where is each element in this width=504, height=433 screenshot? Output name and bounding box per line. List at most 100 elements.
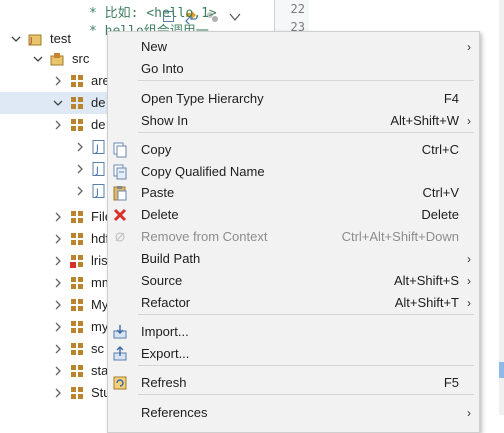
menu-item-build-path[interactable]: Build Path › (108, 248, 479, 270)
chevron-right-icon[interactable] (52, 387, 64, 399)
overview-ruler-marker[interactable] (499, 362, 504, 378)
context-menu: New › Go Into Open Type Hierarchy F4 Show In A… (107, 31, 480, 433)
menu-separator (138, 394, 474, 395)
java-file-icon: J (92, 162, 105, 176)
menu-item-import[interactable]: Import... (108, 321, 479, 343)
menu-separator (138, 132, 474, 133)
package-label: lris (91, 253, 108, 268)
line-number: 22 (290, 2, 305, 16)
menu-item-refactor[interactable]: Refactor Alt+Shift+T › (108, 292, 479, 314)
menu-item-shortcut: Alt+Shift+W (390, 113, 459, 128)
menu-item-show-in[interactable]: Show In Alt+Shift+W › (108, 110, 479, 132)
package-label: sc (91, 341, 104, 356)
chevron-right-icon: › (467, 114, 471, 128)
remove-context-icon (115, 232, 125, 242)
menu-item-shortcut: Delete (421, 207, 459, 222)
chevron-right-icon[interactable] (74, 141, 86, 153)
menu-item-label: Refactor (141, 295, 191, 310)
menu-item-shortcut: Ctrl+C (421, 142, 459, 157)
chevron-right-icon[interactable] (52, 321, 64, 333)
menu-item-open-type-hierarchy[interactable]: Open Type Hierarchy F4 (108, 88, 479, 110)
menu-item-refresh[interactable]: Refresh F5 (108, 372, 479, 394)
package-label: de (91, 95, 106, 110)
menu-item-shortcut: F5 (443, 375, 459, 390)
import-icon (113, 325, 127, 339)
copy-icon (113, 142, 127, 158)
chevron-right-icon: › (467, 406, 471, 420)
chevron-right-icon[interactable] (52, 75, 64, 87)
package-icon (71, 119, 83, 131)
paste-icon (113, 186, 127, 201)
svg-text:J: J (95, 188, 99, 198)
chevron-right-icon[interactable] (74, 163, 86, 175)
menu-item-label: Build Path (141, 251, 201, 266)
menu-item-remove-from-context: Remove from Context Ctrl+Alt+Shift+Down (108, 226, 479, 248)
package-icon (71, 321, 83, 333)
package-icon (71, 343, 83, 355)
package-icon (71, 299, 83, 311)
menu-item-label: Delete (141, 207, 179, 222)
chevron-right-icon[interactable] (52, 255, 64, 267)
chevron-right-icon[interactable] (52, 119, 64, 131)
menu-item-go-into[interactable]: Go Into (108, 58, 479, 80)
package-icon (71, 75, 83, 87)
export-icon (113, 346, 127, 361)
src-label: src (72, 51, 90, 66)
menu-separator (138, 314, 474, 315)
chevron-right-icon[interactable] (52, 233, 64, 245)
menu-item-delete[interactable]: Delete Delete (108, 204, 479, 226)
package-label: de (91, 117, 106, 132)
menu-item-label: Show In (141, 113, 188, 128)
chevron-right-icon[interactable] (52, 211, 64, 223)
menu-item-label: Copy (141, 142, 172, 157)
project-label: test (50, 31, 71, 46)
chevron-right-icon[interactable] (52, 343, 64, 355)
java-file-icon: J (92, 140, 105, 154)
menu-item-label: Source (141, 273, 183, 288)
source-folder-icon (50, 53, 64, 66)
chevron-down-icon[interactable] (52, 97, 64, 109)
menu-item-export[interactable]: Export... (108, 343, 479, 365)
project-icon: J (28, 34, 42, 46)
chevron-down-icon[interactable] (32, 53, 44, 65)
chevron-right-icon[interactable] (52, 365, 64, 377)
menu-item-shortcut: Alt+Shift+T (394, 295, 459, 310)
chevron-right-icon[interactable] (52, 277, 64, 289)
menu-item-shortcut: Alt+Shift+S (393, 273, 459, 288)
menu-item-label: References (141, 405, 208, 420)
chevron-right-icon[interactable] (52, 299, 64, 311)
menu-item-copy[interactable]: Copy Ctrl+C (108, 139, 479, 161)
chevron-right-icon[interactable] (74, 185, 86, 197)
package-icon (71, 365, 83, 377)
menu-item-label: Export... (141, 346, 190, 361)
menu-item-source[interactable]: Source Alt+Shift+S › (108, 270, 479, 292)
chevron-right-icon: › (467, 274, 471, 288)
view-menu-button[interactable] (226, 8, 244, 26)
menu-item-paste[interactable]: Paste Ctrl+V (108, 182, 479, 204)
menu-item-label: Copy Qualified Name (141, 164, 265, 179)
menu-separator (138, 80, 474, 81)
menu-item-new[interactable]: New › (108, 36, 479, 58)
chevron-down-icon[interactable] (10, 33, 22, 45)
package-icon (71, 211, 83, 223)
package-label: my (91, 319, 109, 334)
menu-item-label: Remove from Context (141, 229, 268, 244)
refresh-icon (113, 376, 127, 390)
chevron-right-icon: › (467, 40, 471, 54)
chevron-right-icon: › (467, 252, 471, 266)
menu-item-copy-qualified-name[interactable]: Copy Qualified Name (108, 161, 479, 183)
copy-qualified-name-icon (113, 164, 127, 180)
svg-text:J: J (95, 166, 99, 176)
editor-scrollbar[interactable] (499, 0, 504, 415)
menu-item-label: Refresh (141, 375, 187, 390)
menu-item-label: Open Type Hierarchy (141, 91, 264, 106)
code-line: * 比如: <hello,1> (89, 6, 217, 21)
menu-item-label: Import... (141, 324, 189, 339)
menu-item-references[interactable]: References › (108, 402, 479, 424)
menu-item-label: Go Into (141, 61, 184, 76)
package-icon (71, 277, 83, 289)
package-icon (70, 255, 83, 268)
menu-item-label: New (141, 39, 168, 54)
package-icon (71, 97, 83, 109)
chevron-down-icon (229, 13, 241, 21)
